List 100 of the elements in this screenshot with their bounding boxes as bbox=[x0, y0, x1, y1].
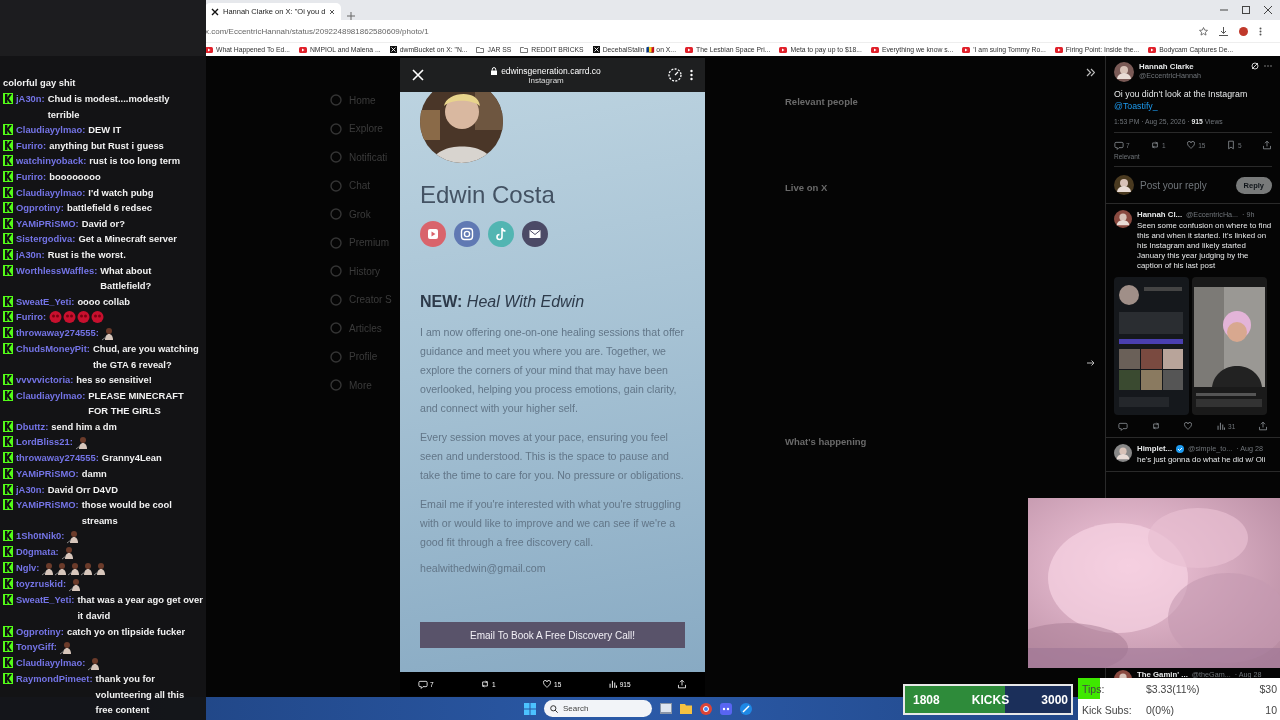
mail-icon[interactable] bbox=[522, 221, 548, 247]
username[interactable]: Furiro: bbox=[16, 137, 47, 154]
section-heading: Relevant people bbox=[785, 96, 859, 107]
kick-badge-icon bbox=[3, 202, 13, 214]
username[interactable]: YAMiPRiSMO: bbox=[16, 466, 79, 482]
username[interactable]: jA30n: bbox=[16, 91, 45, 107]
avatar bbox=[1114, 444, 1132, 462]
download-icon[interactable] bbox=[1219, 26, 1228, 36]
goal-target: $30 bbox=[1259, 682, 1277, 695]
chat-app-icon[interactable] bbox=[720, 702, 732, 715]
username[interactable]: watchinyoback: bbox=[16, 153, 87, 169]
reply-field[interactable]: Post your reply bbox=[1140, 179, 1230, 191]
username[interactable]: Claudiayylmao: bbox=[16, 184, 86, 201]
username[interactable]: Nglv: bbox=[16, 560, 40, 577]
double-chevron-icon[interactable] bbox=[1086, 68, 1095, 77]
timer-icon[interactable] bbox=[668, 68, 682, 82]
chat-message: What about Battlefield? bbox=[100, 263, 153, 294]
video-icon bbox=[1054, 46, 1063, 53]
folder-icon[interactable] bbox=[680, 703, 692, 714]
kick-badge-icon bbox=[3, 468, 13, 480]
arrow-icon[interactable] bbox=[1087, 359, 1095, 367]
username[interactable]: Furiro: bbox=[16, 309, 47, 325]
nav-icon bbox=[330, 265, 342, 277]
chat-message: Rust is the worst. bbox=[47, 247, 127, 262]
username[interactable]: vvvvvictoria: bbox=[16, 372, 74, 388]
nav-icon bbox=[330, 179, 342, 192]
avatar bbox=[1114, 175, 1134, 195]
repost-icon[interactable] bbox=[480, 679, 491, 689]
chat-message: DEW IT bbox=[88, 123, 123, 138]
plus-icon[interactable] bbox=[347, 12, 356, 20]
maximize-icon[interactable] bbox=[1242, 6, 1250, 14]
kick-badge-icon bbox=[3, 546, 13, 558]
goal-target: 10 bbox=[1265, 703, 1277, 716]
browser-icon[interactable] bbox=[700, 702, 712, 715]
username[interactable]: toyzruskid: bbox=[16, 576, 66, 593]
username[interactable]: LordBliss21: bbox=[16, 434, 73, 451]
video-icon bbox=[779, 46, 788, 53]
windows-icon[interactable] bbox=[524, 702, 536, 715]
username[interactable]: 1Sh0tNik0: bbox=[16, 528, 65, 545]
book-call-button[interactable]: Email To Book A Free Discovery Call! bbox=[420, 622, 685, 648]
chart-icon[interactable] bbox=[607, 679, 618, 689]
mention-link[interactable]: @Toastify_ bbox=[1114, 101, 1158, 111]
username[interactable]: Ogprotiny: bbox=[16, 200, 64, 216]
app-icon[interactable] bbox=[740, 702, 752, 715]
username[interactable]: Claudiayylmao: bbox=[16, 655, 86, 671]
paragraph: Email me if you're interested with what you're struggling with or would like to improve and we can see if we're a good fit through a free discovery call. bbox=[420, 497, 682, 550]
more-icon[interactable] bbox=[690, 69, 693, 81]
emote-icon bbox=[69, 578, 81, 593]
username[interactable]: YAMiPRiSMO: bbox=[16, 497, 79, 513]
search-field[interactable]: Search bbox=[544, 700, 652, 717]
username[interactable]: jA30n: bbox=[16, 481, 45, 498]
section-heading: NEW: Heal With Edwin bbox=[420, 293, 586, 311]
kick-badge-icon bbox=[3, 139, 13, 151]
username[interactable]: YAMiPRiSMO: bbox=[16, 215, 79, 232]
camera-icon[interactable] bbox=[454, 221, 480, 247]
x-logo-icon bbox=[592, 46, 600, 53]
username[interactable]: Claudiayylmao: bbox=[16, 387, 86, 404]
star-icon[interactable] bbox=[1199, 26, 1208, 36]
emote-icon bbox=[77, 311, 91, 324]
username[interactable]: Claudiayylmao: bbox=[16, 122, 86, 138]
username[interactable]: throwaway274555: bbox=[16, 324, 99, 341]
bookmark-icon[interactable] bbox=[1225, 140, 1236, 150]
chat-message: Chud, are you watching the GTA 6 reveal? bbox=[92, 341, 200, 372]
chat-message: send him a dm bbox=[51, 419, 118, 434]
username[interactable]: Ogprotiny: bbox=[16, 623, 64, 640]
username[interactable]: RaymondPimeet: bbox=[16, 671, 93, 687]
menu-icon[interactable] bbox=[1259, 26, 1262, 36]
profile-icon[interactable] bbox=[1239, 26, 1248, 36]
heart-icon[interactable] bbox=[542, 679, 553, 689]
nav-icon bbox=[330, 350, 342, 363]
kick-badge-icon bbox=[3, 93, 13, 104]
video-icon bbox=[870, 46, 879, 53]
username[interactable]: jA30n: bbox=[16, 246, 45, 263]
chat-message: hes so sensitive! bbox=[76, 373, 153, 388]
close-icon[interactable] bbox=[1264, 6, 1272, 14]
kick-badge-icon bbox=[3, 452, 13, 464]
username[interactable]: TonyGiff: bbox=[16, 639, 57, 655]
kick-badge-icon bbox=[3, 673, 13, 685]
video-icon[interactable] bbox=[420, 221, 446, 247]
page-url: edwinsgeneration.carrd.co bbox=[501, 65, 601, 76]
email-address: healwithedwin@gmail.com bbox=[420, 562, 547, 574]
username[interactable]: throwaway274555: bbox=[16, 450, 99, 467]
username[interactable]: Sistergodiva: bbox=[16, 231, 76, 247]
close-icon[interactable] bbox=[329, 8, 336, 15]
chat-message: I'd watch pubg bbox=[88, 185, 155, 200]
kick-badge-icon bbox=[3, 436, 13, 448]
username[interactable]: SweatE_Yeti: bbox=[16, 293, 75, 310]
username[interactable]: SweatE_Yeti: bbox=[16, 592, 75, 609]
username[interactable]: Dbuttz: bbox=[16, 418, 49, 435]
chat-message: battlefield 6 redsec bbox=[66, 201, 153, 216]
kick-badge-icon bbox=[3, 389, 13, 401]
username[interactable]: Furiro: bbox=[16, 168, 47, 185]
nav-icon bbox=[330, 151, 342, 163]
kick-badge-icon bbox=[3, 170, 13, 182]
username[interactable]: D0gmata: bbox=[16, 544, 59, 561]
kick-badge-icon bbox=[3, 264, 13, 276]
username[interactable]: WorthlessWaffles: bbox=[16, 262, 98, 279]
username[interactable]: ChudsMoneyPit: bbox=[16, 340, 90, 357]
share-icon[interactable] bbox=[676, 679, 687, 689]
nav-icon bbox=[330, 322, 342, 334]
